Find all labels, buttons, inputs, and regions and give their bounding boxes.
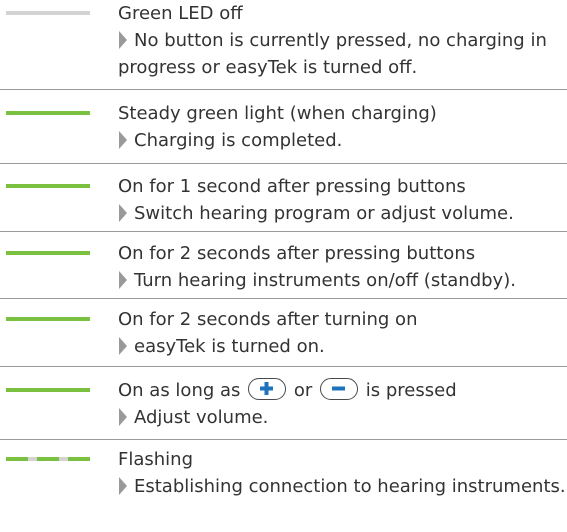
arrow-bullet-icon [119,204,127,222]
divider [0,366,567,367]
led-steady-indicator [6,251,90,255]
row-title: On as long as or is pressed [118,378,457,401]
row-description: No button is currently pressed, no charg… [118,30,547,78]
divider [0,89,567,90]
divider [0,439,567,440]
row-title: On for 1 second after pressing buttons [118,176,466,197]
led-flashing-indicator [6,457,90,461]
arrow-bullet-icon [119,477,127,495]
led-steady-indicator [6,111,90,115]
row-description: Switch hearing program or adjust volume. [118,200,567,227]
row-description: Establishing connection to hearing instr… [118,473,567,500]
row-description: Adjust volume. [118,404,567,431]
row-title: On for 2 seconds after turning on [118,309,418,330]
divider [0,298,567,299]
divider [0,231,567,232]
divider [0,163,567,164]
row-title: Steady green light (when charging) [118,103,437,124]
led-off-indicator [6,11,90,15]
arrow-bullet-icon [119,337,127,355]
row-description: Charging is completed. [118,127,567,154]
row-title: On for 2 seconds after pressing buttons [118,243,476,264]
arrow-bullet-icon [119,408,127,426]
led-steady-indicator [6,388,90,392]
row-description: Turn hearing instruments on/off (standby… [118,267,567,294]
arrow-bullet-icon [119,271,127,289]
arrow-bullet-icon [119,31,127,49]
led-steady-indicator [6,317,90,321]
plus-button-icon [248,378,287,400]
minus-button-icon [320,378,359,400]
row-description: easyTek is turned on. [118,333,567,360]
led-steady-indicator [6,184,90,188]
row-title: Green LED off [118,3,243,24]
arrow-bullet-icon [119,131,127,149]
row-title: Flashing [118,449,194,470]
